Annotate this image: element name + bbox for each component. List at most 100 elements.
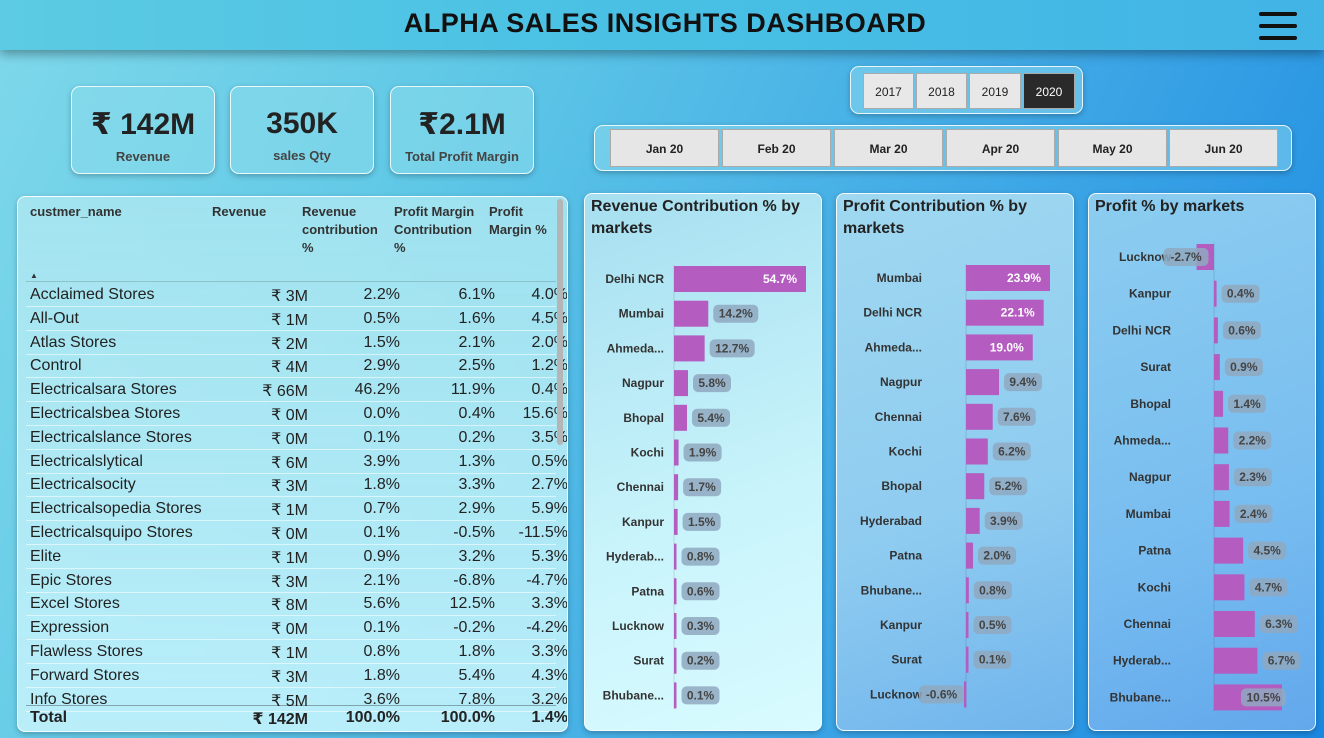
bar[interactable] xyxy=(1214,317,1218,344)
table-row[interactable]: Electricalsocity ₹ 3M 1.8% 3.3% 2.7% xyxy=(26,473,567,498)
table-row[interactable]: Expression ₹ 0M 0.1% -0.2% -4.2% xyxy=(26,616,567,641)
bar[interactable] xyxy=(674,370,688,397)
table-row[interactable]: Flawless Stores ₹ 1M 0.8% 1.8% 3.3% xyxy=(26,640,567,664)
table-row[interactable]: Acclaimed Stores ₹ 3M 2.2% 6.1% 4.0% xyxy=(26,283,567,307)
table-row[interactable]: Atlas Stores ₹ 2M 1.5% 2.1% 2.0% xyxy=(26,331,567,355)
bar[interactable] xyxy=(963,681,967,708)
bar[interactable] xyxy=(674,682,677,709)
bar[interactable] xyxy=(966,369,1000,396)
month-button-jun[interactable]: Jun 20 xyxy=(1169,129,1278,167)
year-button-2019[interactable]: 2019 xyxy=(969,73,1021,109)
category-label: Kochi xyxy=(631,446,664,460)
bar[interactable] xyxy=(674,404,688,431)
cell-revenue: ₹ 3M xyxy=(271,668,308,686)
total-revenue: ₹ 142M xyxy=(252,711,308,728)
bar[interactable] xyxy=(1214,280,1217,307)
category-label: Lucknow xyxy=(612,619,665,633)
cell-customer-name: Control xyxy=(30,357,82,375)
column-header-profit-margin[interactable]: Profit Margin % xyxy=(489,203,549,239)
bar[interactable] xyxy=(674,439,679,466)
bar[interactable] xyxy=(1214,390,1224,417)
kpi-value: ₹ 142M xyxy=(90,108,196,141)
table-scrollbar[interactable] xyxy=(557,199,563,445)
table-row[interactable]: Forward Stores ₹ 3M 1.8% 5.4% 4.3% xyxy=(26,664,567,688)
column-header-customer[interactable]: custmer_name xyxy=(30,203,200,221)
bar[interactable] xyxy=(1214,500,1230,527)
bar[interactable] xyxy=(966,612,969,638)
table-row[interactable]: Control ₹ 4M 2.9% 2.5% 1.2% xyxy=(26,354,567,379)
category-label: Kochi xyxy=(889,445,922,459)
bar[interactable] xyxy=(1214,537,1244,564)
cell-profit-contribution: 2.1% xyxy=(458,333,495,351)
table-row[interactable]: Electricalsbea Stores ₹ 0M 0.0% 0.4% 15.6% xyxy=(26,402,567,426)
bar[interactable] xyxy=(966,473,985,500)
year-button-2018[interactable]: 2018 xyxy=(916,73,967,109)
column-header-revenue[interactable]: Revenue xyxy=(212,203,292,221)
data-label: 0.9% xyxy=(1230,360,1258,374)
total-label: Total xyxy=(30,709,68,726)
data-label: 2.2% xyxy=(1239,434,1267,448)
category-label: Bhopal xyxy=(1130,397,1171,411)
bar[interactable] xyxy=(674,335,705,362)
month-button-apr[interactable]: Apr 20 xyxy=(946,129,1055,167)
category-label: Kanpur xyxy=(1129,287,1171,301)
table-row[interactable]: Electricalsquipo Stores ₹ 0M 0.1% -0.5% -11.… xyxy=(26,521,567,545)
bar[interactable] xyxy=(966,507,980,534)
bar[interactable] xyxy=(674,613,677,639)
profit-contribution-chart: Profit Contribution % by markets Mumbai 2… xyxy=(836,193,1074,731)
table-row[interactable]: Elite ₹ 1M 0.9% 3.2% 5.3% xyxy=(26,545,567,569)
month-button-mar[interactable]: Mar 20 xyxy=(834,129,943,167)
kpi-value: 350K xyxy=(266,107,338,140)
table-row[interactable]: Epic Stores ₹ 3M 2.1% -6.8% -4.7% xyxy=(26,569,567,593)
hamburger-menu-icon[interactable] xyxy=(1259,12,1297,42)
bar[interactable] xyxy=(674,508,678,535)
cell-revenue: ₹ 8M xyxy=(271,597,308,615)
cell-customer-name: Electricalsopedia Stores xyxy=(30,500,202,518)
bar[interactable] xyxy=(1214,464,1229,491)
cell-revenue: ₹ 0M xyxy=(271,407,308,424)
bar[interactable] xyxy=(674,543,677,570)
cell-revenue-contribution: 0.0% xyxy=(363,405,400,422)
year-button-2017[interactable]: 2017 xyxy=(863,73,914,109)
bar[interactable] xyxy=(966,403,993,430)
table-row[interactable]: Electricalslance Stores ₹ 0M 0.1% 0.2% 3.5% xyxy=(26,426,567,450)
revenue-contribution-svg: Delhi NCR 54.7% Mumbai 14.2% Ahmeda... 12.7% N… xyxy=(603,265,806,710)
cell-revenue-contribution: 0.1% xyxy=(363,524,400,541)
table-row[interactable]: All-Out ₹ 1M 0.5% 1.6% 4.5% xyxy=(26,307,567,331)
cell-customer-name: Flawless Stores xyxy=(30,643,143,660)
bar[interactable] xyxy=(966,646,969,673)
month-button-may[interactable]: May 20 xyxy=(1058,129,1167,167)
cell-revenue: ₹ 1M xyxy=(271,645,308,662)
sort-ascending-icon[interactable]: ▲ xyxy=(30,271,38,280)
bar[interactable] xyxy=(966,438,988,465)
cell-customer-name: Elite xyxy=(30,547,62,565)
page-title: ALPHA SALES INSIGHTS DASHBOARD xyxy=(403,8,927,38)
column-header-profit-margin-contribution[interactable]: Profit Margin Contribution % xyxy=(394,203,482,257)
month-button-feb[interactable]: Feb 20 xyxy=(722,129,831,167)
cell-revenue: ₹ 1M xyxy=(271,549,308,567)
table-row[interactable]: Excel Stores ₹ 8M 5.6% 12.5% 3.3% xyxy=(26,592,567,617)
cell-profit-contribution: 6.1% xyxy=(458,286,495,303)
data-label: 4.7% xyxy=(1255,580,1283,594)
bar[interactable] xyxy=(1214,427,1229,454)
cell-revenue: ₹ 6M xyxy=(271,454,308,472)
year-button-2020[interactable]: 2020 xyxy=(1023,73,1075,109)
data-label: 5.4% xyxy=(697,411,725,425)
bar[interactable] xyxy=(966,542,974,569)
bar[interactable] xyxy=(1214,611,1255,637)
category-label: Hyderab... xyxy=(606,550,664,564)
bar[interactable] xyxy=(1214,647,1258,674)
bar[interactable] xyxy=(966,577,969,604)
bar[interactable] xyxy=(674,647,677,674)
cell-profit-contribution: -0.5% xyxy=(453,524,495,541)
bar[interactable] xyxy=(1214,574,1245,601)
bar[interactable] xyxy=(674,300,709,327)
bar[interactable] xyxy=(674,474,679,501)
table-row[interactable]: Electricalsara Stores ₹ 66M 46.2% 11.9% 0.4% xyxy=(26,378,567,403)
bar[interactable] xyxy=(674,578,677,605)
table-row[interactable]: Electricalslytical ₹ 6M 3.9% 1.3% 0.5% xyxy=(26,450,567,474)
month-button-jan[interactable]: Jan 20 xyxy=(610,129,719,167)
bar[interactable] xyxy=(1214,354,1220,381)
column-header-revenue-contribution[interactable]: Revenue contribution % xyxy=(302,203,388,257)
table-row[interactable]: Electricalsopedia Stores ₹ 1M 0.7% 2.9% 5.9% xyxy=(26,497,567,522)
